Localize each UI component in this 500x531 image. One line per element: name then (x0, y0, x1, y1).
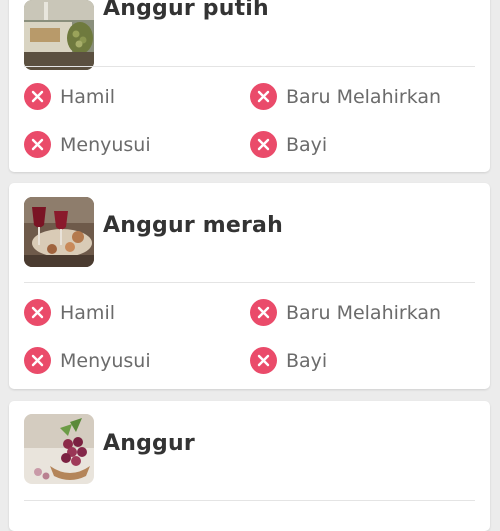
close-circle-icon (24, 347, 51, 374)
close-circle-icon (250, 83, 277, 110)
status-item: Bayi (250, 347, 327, 374)
status-item: Hamil (24, 299, 115, 326)
close-circle-icon (250, 299, 277, 326)
divider (24, 500, 475, 501)
food-title: Anggur putih (103, 0, 269, 21)
status-item: Menyusui (24, 131, 151, 158)
status-item: Baru Melahirkan (250, 83, 441, 110)
close-circle-icon (24, 83, 51, 110)
status-label: Menyusui (60, 349, 151, 372)
divider (24, 282, 475, 283)
food-thumbnail (24, 414, 94, 484)
close-circle-icon (24, 299, 51, 326)
close-circle-icon (250, 131, 277, 158)
status-item: Hamil (24, 83, 115, 110)
status-item: Menyusui (24, 347, 151, 374)
food-title: Anggur (103, 431, 195, 456)
food-thumbnail (24, 0, 94, 70)
food-title: Anggur merah (103, 213, 283, 238)
food-card[interactable]: Anggur merah Hamil Baru Melahirkan Menyu… (9, 183, 490, 389)
status-label: Bayi (286, 349, 328, 372)
status-item: Bayi (250, 131, 327, 158)
status-item: Baru Melahirkan (250, 299, 441, 326)
food-thumbnail (24, 197, 94, 267)
close-circle-icon (24, 131, 51, 158)
close-circle-icon (250, 347, 277, 374)
status-label: Baru Melahirkan (286, 301, 442, 324)
food-card[interactable]: Anggur putih Hamil Baru Melahirkan Menyu… (9, 0, 490, 172)
divider (24, 66, 475, 67)
status-label: Bayi (286, 133, 328, 156)
status-label: Baru Melahirkan (286, 85, 442, 108)
status-label: Hamil (60, 85, 115, 108)
food-card[interactable]: Anggur (9, 401, 490, 531)
status-label: Menyusui (60, 133, 151, 156)
status-label: Hamil (60, 301, 115, 324)
